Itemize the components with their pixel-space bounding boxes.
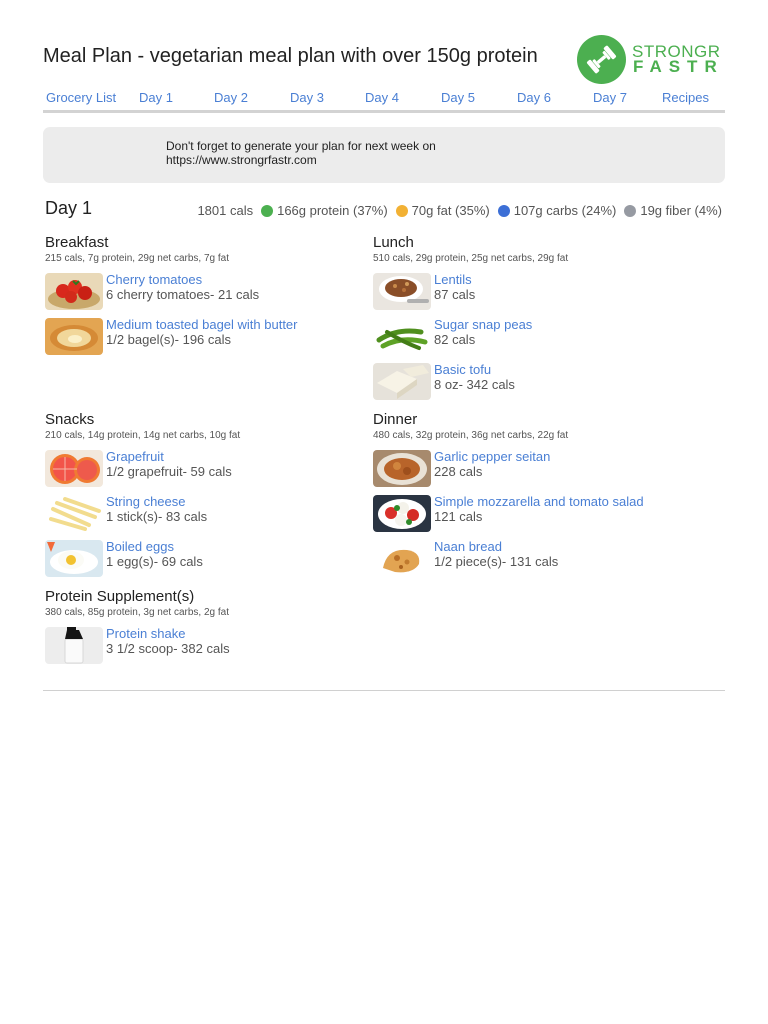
food-item: Naan bread 1/2 piece(s)- 131 cals [373, 539, 693, 585]
day-title: Day 1 [45, 198, 93, 218]
protein-dot-icon [261, 204, 274, 217]
nav-day-2[interactable]: Day 2 [214, 90, 248, 105]
string-cheese-icon [45, 495, 103, 532]
meal-macros: 210 cals, 14g protein, 14g net carbs, 10… [45, 430, 241, 441]
food-link[interactable]: String cheese [106, 494, 186, 509]
meal-breakfast: Breakfast 215 cals, 7g protein, 29g net … [45, 234, 365, 363]
nav-day-4[interactable]: Day 4 [365, 90, 399, 105]
bagel-icon [45, 318, 103, 355]
fat-dot-icon [395, 204, 408, 217]
food-item: Sugar snap peas 82 cals [373, 317, 693, 363]
dumbbell-icon [577, 35, 626, 84]
food-item: Cherry tomatoes 6 cherry tomatoes- 21 ca… [45, 272, 365, 318]
food-amount: 3 1/2 scoop- 382 cals [106, 641, 230, 656]
food-amount: 87 cals [434, 287, 476, 302]
reminder-line: Don't forget to generate your plan for n… [166, 139, 436, 153]
food-link[interactable]: Naan bread [434, 539, 502, 554]
food-amount: 1/2 piece(s)- 131 cals [434, 554, 559, 569]
food-amount: 8 oz- 342 cals [434, 377, 515, 392]
meal-macros: 510 cals, 29g protein, 25g net carbs, 29… [373, 253, 569, 264]
naan-bread-icon [373, 540, 431, 577]
food-item: Protein shake 3 1/2 scoop- 382 cals [45, 626, 365, 672]
food-link[interactable]: Garlic pepper seitan [434, 449, 550, 464]
cherry-tomatoes-icon [45, 273, 103, 310]
food-amount: 1/2 grapefruit- 59 cals [106, 464, 232, 479]
meal-title: Lunch [373, 234, 414, 251]
food-item: Medium toasted bagel with butter 1/2 bag… [45, 317, 365, 363]
food-item: Boiled eggs 1 egg(s)- 69 cals [45, 539, 365, 585]
carbs-dot-icon [497, 204, 510, 217]
meal-macros: 380 cals, 85g protein, 3g net carbs, 2g … [45, 607, 230, 618]
reminder-banner: Don't forget to generate your plan for n… [43, 127, 725, 183]
food-link[interactable]: Lentils [434, 272, 472, 287]
food-amount: 1 stick(s)- 83 cals [106, 509, 208, 524]
nav-day-6[interactable]: Day 6 [517, 90, 551, 105]
meal-dinner: Dinner 480 cals, 32g protein, 36g net ca… [373, 411, 693, 585]
nav-day-1[interactable]: Day 1 [139, 90, 173, 105]
food-link[interactable]: Grapefruit [106, 449, 164, 464]
day-nutrition-summary: 1801 cals 166g protein (37%) 70g fat (35… [197, 203, 722, 218]
seitan-icon [373, 450, 431, 487]
meal-macros: 480 cals, 32g protein, 36g net carbs, 22… [373, 430, 569, 441]
food-amount: 228 cals [434, 464, 483, 479]
logo-text-fastr: FASTR [633, 57, 724, 76]
calories-total: 1801 cals [197, 203, 254, 218]
nav-grocery-list[interactable]: Grocery List [46, 90, 116, 105]
grapefruit-icon [45, 450, 103, 487]
food-amount: 121 cals [434, 509, 483, 524]
page-title: Meal Plan - vegetarian meal plan with ov… [43, 45, 538, 67]
tofu-icon [373, 363, 431, 400]
protein-total: 166g protein (37%) [277, 203, 388, 218]
fiber-dot-icon [624, 204, 637, 217]
food-link[interactable]: Basic tofu [434, 362, 491, 377]
reminder-url: https://www.strongrfastr.com [166, 153, 317, 167]
food-link[interactable]: Medium toasted bagel with butter [106, 317, 298, 332]
meal-lunch: Lunch 510 cals, 29g protein, 25g net car… [373, 234, 693, 408]
food-item: Garlic pepper seitan 228 cals [373, 449, 693, 495]
protein-shaker-icon [45, 627, 103, 664]
caprese-salad-icon [373, 495, 431, 532]
food-amount: 82 cals [434, 332, 476, 347]
nav-day-3[interactable]: Day 3 [290, 90, 324, 105]
meal-macros: 215 cals, 7g protein, 29g net carbs, 7g … [45, 253, 230, 264]
lentils-icon [373, 273, 431, 310]
meal-title: Protein Supplement(s) [45, 588, 195, 605]
meal-title: Snacks [45, 411, 95, 428]
food-item: Grapefruit 1/2 grapefruit- 59 cals [45, 449, 365, 495]
food-item: Basic tofu 8 oz- 342 cals [373, 362, 693, 408]
nav-day-5[interactable]: Day 5 [441, 90, 475, 105]
page-divider [43, 690, 725, 691]
day-navigation: Grocery List Day 1 Day 2 Day 3 Day 4 Day… [43, 90, 725, 113]
food-link[interactable]: Cherry tomatoes [106, 272, 202, 287]
fat-total: 70g fat (35%) [411, 203, 490, 218]
food-link[interactable]: Boiled eggs [106, 539, 174, 554]
food-item: Simple mozzarella and tomato salad 121 c… [373, 494, 693, 540]
reminder-text: Don't forget to generate your plan for n… [166, 139, 496, 167]
fiber-total: 19g fiber (4%) [640, 203, 722, 218]
food-link[interactable]: Protein shake [106, 626, 186, 641]
food-link[interactable]: Sugar snap peas [434, 317, 532, 332]
strongrfastr-logo[interactable]: STRONGR FASTR [577, 34, 722, 84]
snap-peas-icon [373, 318, 431, 355]
food-item: String cheese 1 stick(s)- 83 cals [45, 494, 365, 540]
boiled-egg-icon [45, 540, 103, 577]
meal-title: Breakfast [45, 234, 109, 251]
nav-recipes[interactable]: Recipes [662, 90, 709, 105]
carbs-total: 107g carbs (24%) [513, 203, 617, 218]
meal-title: Dinner [373, 411, 418, 428]
meal-protein-supplement: Protein Supplement(s) 380 cals, 85g prot… [45, 588, 365, 672]
food-item: Lentils 87 cals [373, 272, 693, 318]
food-amount: 1/2 bagel(s)- 196 cals [106, 332, 232, 347]
nav-day-7[interactable]: Day 7 [593, 90, 627, 105]
meal-snacks: Snacks 210 cals, 14g protein, 14g net ca… [45, 411, 365, 585]
food-amount: 1 egg(s)- 69 cals [106, 554, 203, 569]
food-amount: 6 cherry tomatoes- 21 cals [106, 287, 260, 302]
food-link[interactable]: Simple mozzarella and tomato salad [434, 494, 644, 509]
